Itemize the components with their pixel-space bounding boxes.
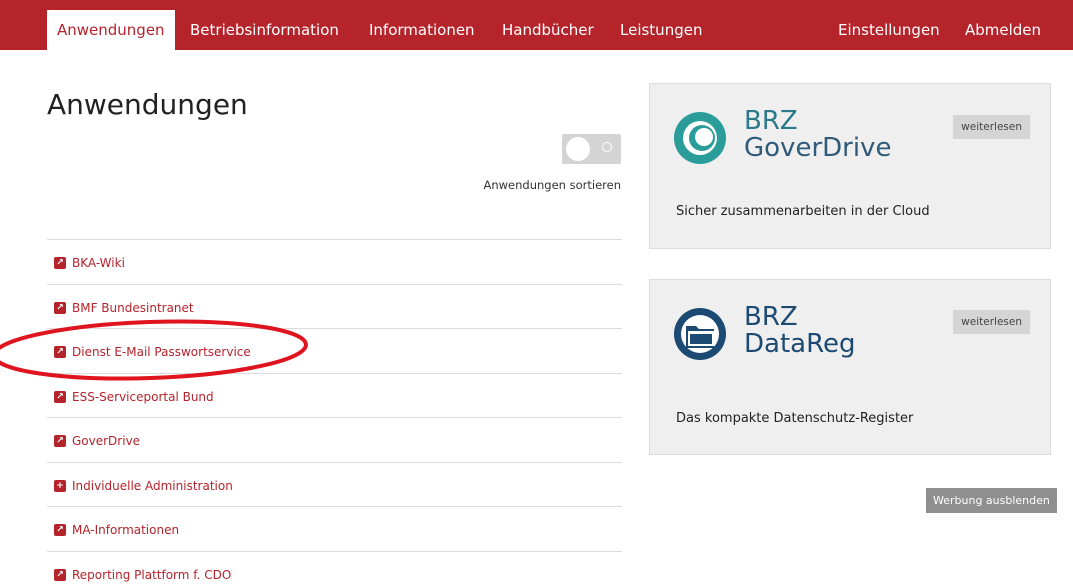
app-label: BKA-Wiki: [72, 256, 125, 270]
promo-brand-line2: GoverDrive: [744, 133, 892, 163]
app-label: Individuelle Administration: [72, 478, 233, 493]
nav-einstellungen[interactable]: Einstellungen: [838, 10, 940, 50]
page-title: Anwendungen: [47, 88, 248, 121]
nav-handbuecher[interactable]: Handbücher: [502, 10, 594, 50]
sort-toggle[interactable]: [562, 134, 621, 164]
app-label: GoverDrive: [72, 434, 141, 448]
promo-brand-line1: BRZ: [744, 302, 798, 332]
app-link-reporting-plattform[interactable]: ↗ Reporting Plattform f. CDO: [47, 550, 622, 588]
promo-goverdrive: BRZ GoverDrive weiterlesen Sicher zusamm…: [649, 83, 1051, 249]
app-link-ess-serviceportal[interactable]: ↗ ESS-Serviceportal Bund: [47, 372, 622, 418]
hide-ads-button[interactable]: Werbung ausblenden: [926, 488, 1057, 513]
external-link-icon: ↗: [54, 257, 66, 269]
external-link-icon: ↗: [54, 346, 66, 358]
sort-label: Anwendungen sortieren: [483, 178, 622, 192]
external-link-icon: ↗: [54, 390, 66, 403]
app-label: MA-Informationen: [72, 523, 180, 537]
app-label: Reporting Plattform f. CDO: [72, 567, 232, 582]
nav-betriebsinformation[interactable]: Betriebsinformation: [190, 10, 339, 50]
external-link-icon: ↗: [54, 301, 66, 314]
promo-brand-line2: DataReg: [744, 329, 856, 359]
app-label: BMF Bundesintranet: [72, 300, 194, 315]
app-link-goverdrive[interactable]: ↗ GoverDrive: [47, 417, 622, 462]
promo-brand-line1: BRZ: [744, 106, 798, 136]
promo-text: Das kompakte Datenschutz-Register: [676, 411, 914, 426]
nav-leistungen[interactable]: Leistungen: [620, 10, 702, 50]
nav-anwendungen[interactable]: Anwendungen: [47, 10, 175, 50]
datareg-logo: [674, 308, 726, 360]
app-link-bmf-bundesintranet[interactable]: ↗ BMF Bundesintranet: [47, 283, 622, 329]
promo-text: Sicher zusammenarbeiten in der Cloud: [676, 204, 930, 219]
external-link-icon: ↗: [54, 435, 66, 447]
external-link-icon: ↗: [54, 568, 66, 581]
read-more-button[interactable]: weiterlesen: [953, 310, 1030, 334]
plus-icon: +: [54, 479, 66, 492]
external-link-icon: ↗: [54, 524, 66, 536]
top-navigation: Anwendungen Betriebsinformation Informat…: [0, 0, 1073, 50]
toggle-off-icon: [602, 142, 612, 152]
app-link-ma-informationen[interactable]: ↗ MA-Informationen: [47, 506, 622, 551]
nav-abmelden[interactable]: Abmelden: [965, 10, 1041, 50]
app-link-bka-wiki[interactable]: ↗ BKA-Wiki: [47, 239, 622, 284]
nav-informationen[interactable]: Informationen: [369, 10, 475, 50]
application-list: ↗ BKA-Wiki ↗ BMF Bundesintranet ↗ Dienst…: [47, 239, 622, 588]
read-more-button[interactable]: weiterlesen: [953, 115, 1030, 139]
toggle-knob: [566, 137, 590, 161]
app-label: Dienst E-Mail Passwortservice: [72, 345, 251, 359]
app-label: ESS-Serviceportal Bund: [72, 389, 214, 404]
promo-datareg: BRZ DataReg weiterlesen Das kompakte Dat…: [649, 279, 1051, 455]
goverdrive-logo: [674, 112, 726, 164]
app-link-dienst-email-passwortservice[interactable]: ↗ Dienst E-Mail Passwortservice: [47, 328, 622, 373]
app-link-individuelle-administration[interactable]: + Individuelle Administration: [47, 461, 622, 507]
